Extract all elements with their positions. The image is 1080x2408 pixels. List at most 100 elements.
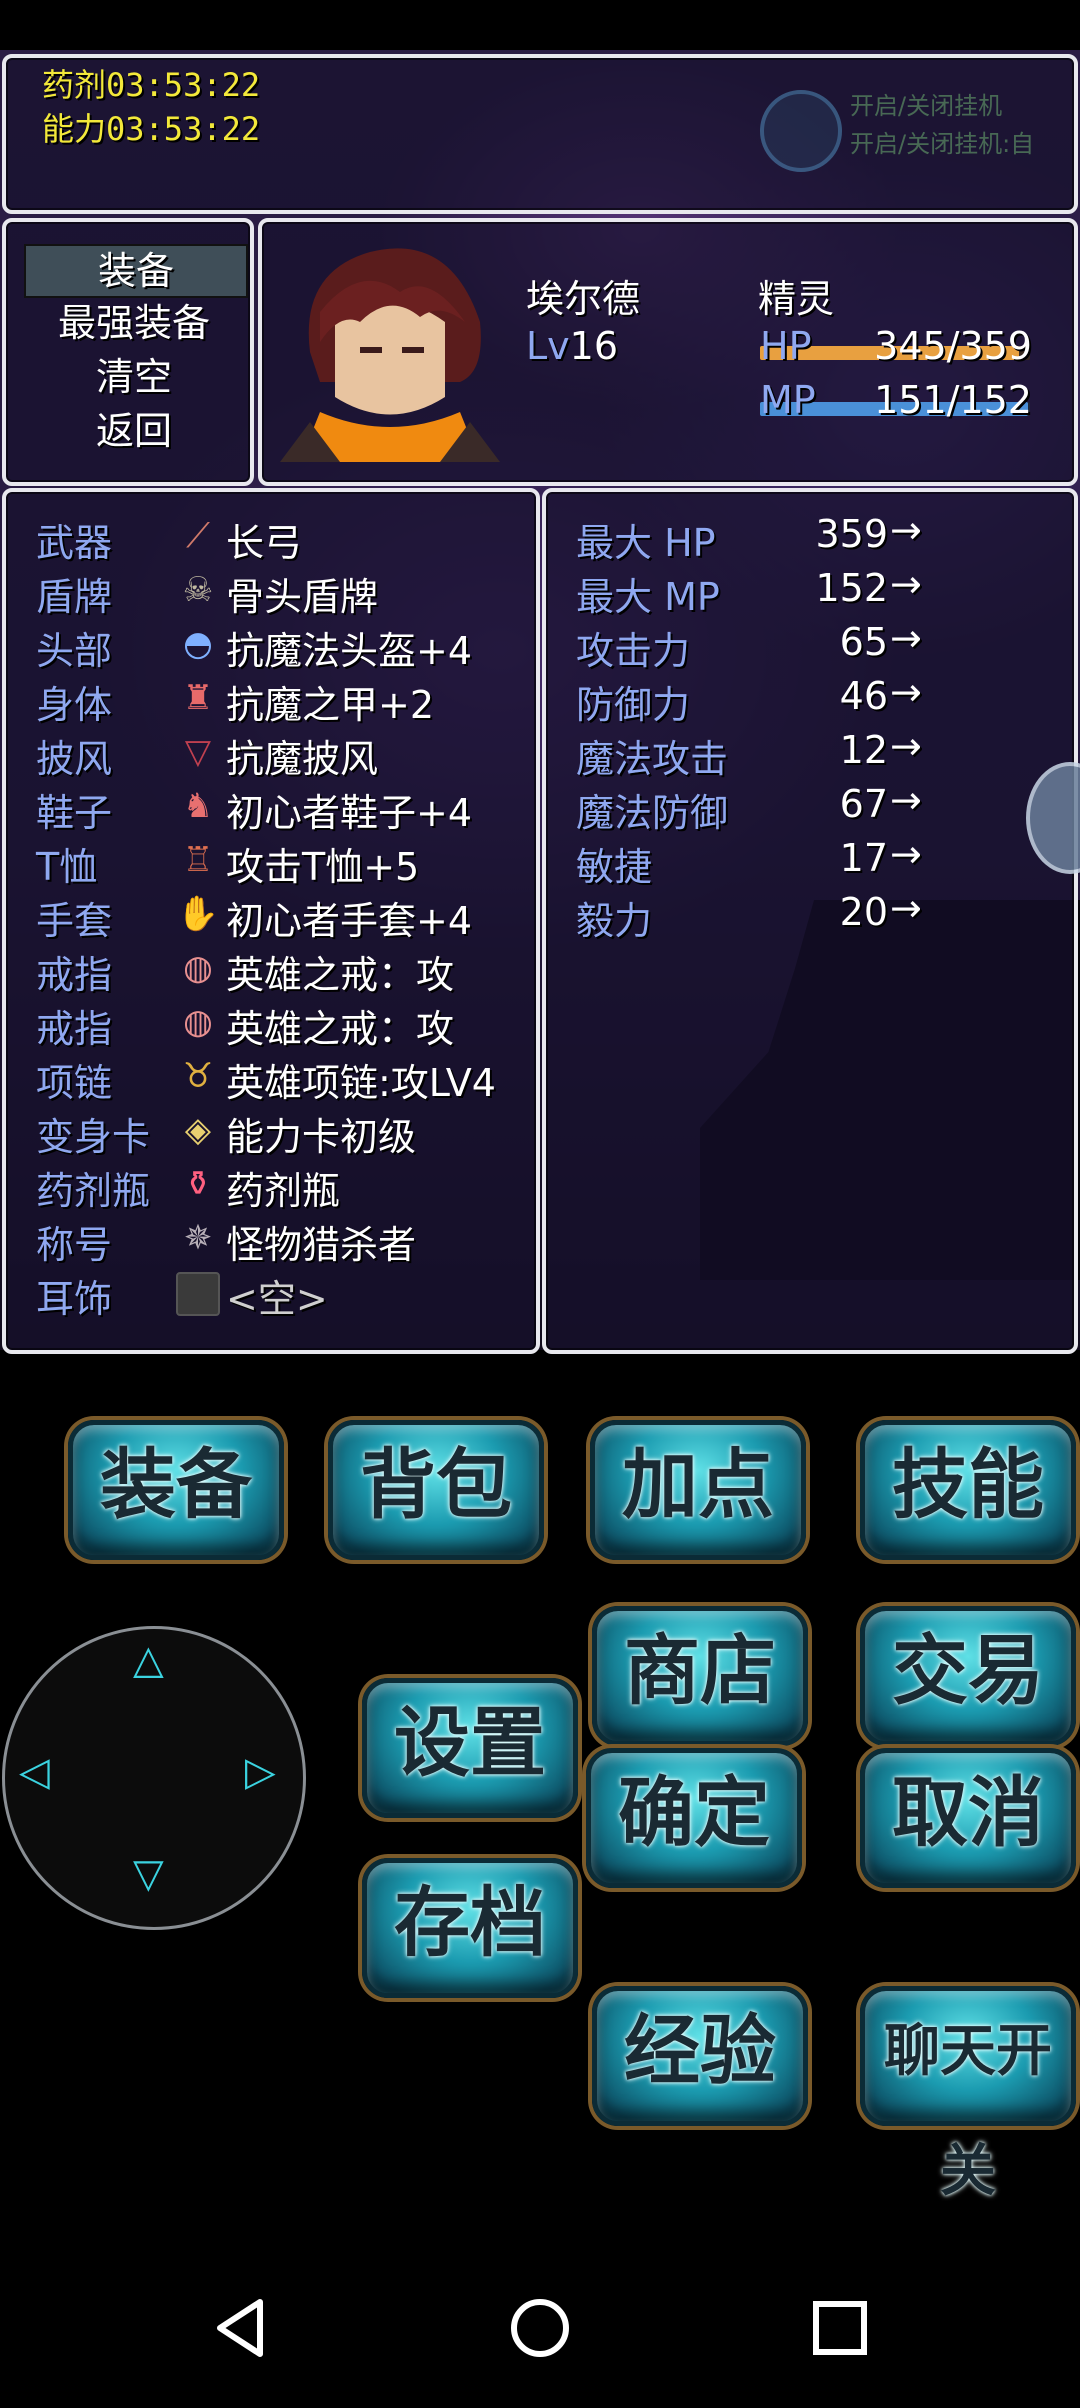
- mp-label: MP: [760, 378, 816, 422]
- character-portrait: [280, 248, 500, 462]
- stat-value: 152: [815, 566, 888, 610]
- mp-value: 151/152: [874, 378, 1032, 422]
- arrow-right-icon: →: [890, 832, 922, 876]
- stat-name: 最大 MP: [576, 575, 720, 619]
- arrow-right-icon: →: [890, 886, 922, 930]
- arrow-right-icon: →: [890, 508, 922, 552]
- bow-icon: ⟋: [186, 516, 210, 556]
- trade-button[interactable]: 交易: [860, 1606, 1076, 1746]
- dpad-right-icon[interactable]: ▷: [245, 1749, 276, 1795]
- level-value: 16: [569, 324, 619, 368]
- ring-icon: ◍: [183, 948, 213, 988]
- necklace-icon: ♉: [182, 1056, 214, 1096]
- recents-icon[interactable]: [810, 2296, 870, 2360]
- stat-name: 敏捷: [576, 845, 653, 889]
- ability-timer: 能力03:53:22: [42, 110, 261, 148]
- cancel-button[interactable]: 取消: [860, 1748, 1076, 1888]
- helmet-icon: ◓: [183, 624, 213, 664]
- slot-item: 药剂瓶: [226, 1169, 341, 1213]
- slot-name: 称号: [36, 1223, 113, 1267]
- slot-name: 项链: [36, 1061, 113, 1105]
- character-class: 精灵: [758, 277, 835, 321]
- slot-item: 英雄之戒：攻: [226, 1007, 455, 1051]
- stat-name: 魔法攻击: [576, 737, 729, 781]
- stat-value: 46: [839, 674, 888, 718]
- auto-battle-label-1: 开启/关闭挂机: [850, 92, 1003, 120]
- exp-button[interactable]: 经验: [592, 1986, 808, 2126]
- back-icon[interactable]: [212, 2296, 268, 2360]
- slot-item: 怪物猎杀者: [226, 1223, 417, 1267]
- slot-name: 披风: [36, 737, 113, 781]
- stat-name: 最大 HP: [576, 521, 716, 565]
- slot-item: 英雄之戒：攻: [226, 953, 455, 997]
- equip-button[interactable]: 装备: [68, 1420, 284, 1560]
- stat-name: 防御力: [576, 683, 691, 727]
- confirm-button[interactable]: 确定: [586, 1748, 802, 1888]
- arrow-right-icon: →: [890, 562, 922, 606]
- command-menu-window: 装备 最强装备 清空 返回: [2, 218, 254, 486]
- menu-item-back[interactable]: 返回: [24, 406, 244, 456]
- gloves-icon: ✋: [176, 894, 220, 934]
- virtual-dpad[interactable]: △ ▽ ◁ ▷: [2, 1626, 306, 1930]
- arrow-right-icon: →: [890, 778, 922, 822]
- character-level: Lv16: [526, 324, 618, 368]
- arrow-right-icon: →: [890, 724, 922, 768]
- boots-icon: ♞: [182, 786, 214, 826]
- home-icon[interactable]: [508, 2296, 572, 2360]
- dpad-down-icon[interactable]: ▽: [133, 1851, 164, 1897]
- card-icon: ◈: [184, 1110, 212, 1150]
- slot-name: 变身卡: [36, 1115, 151, 1159]
- tshirt-icon: ♖: [182, 840, 214, 880]
- save-button[interactable]: 存档: [362, 1858, 578, 1998]
- stat-value: 67: [839, 782, 888, 826]
- slot-item: 攻击T恤+5: [226, 845, 420, 889]
- dpad-up-icon[interactable]: △: [133, 1637, 164, 1683]
- stat-value: 20: [839, 890, 888, 934]
- stat-name: 毅力: [576, 899, 653, 943]
- settings-button[interactable]: 设置: [362, 1678, 578, 1818]
- slot-name: 药剂瓶: [36, 1169, 151, 1213]
- slot-item: 初心者鞋子+4: [226, 791, 473, 835]
- menu-item-clear[interactable]: 清空: [24, 352, 244, 402]
- character-name: 埃尔德: [526, 277, 641, 321]
- shop-button[interactable]: 商店: [592, 1606, 808, 1746]
- stat-value: 17: [839, 836, 888, 880]
- armor-icon: ♜: [182, 678, 214, 718]
- monster-title-icon: ✵: [183, 1218, 213, 1258]
- stat-value: 65: [839, 620, 888, 664]
- stat-value: 12: [839, 728, 888, 772]
- auto-battle-icon: [760, 90, 842, 172]
- slot-name: 耳饰: [36, 1277, 113, 1321]
- potion-timer: 药剂03:53:22: [42, 66, 261, 104]
- level-label: Lv: [526, 324, 570, 368]
- slot-item: 英雄项链:攻LV4: [226, 1061, 496, 1105]
- slot-item: 初心者手套+4: [226, 899, 473, 943]
- slot-name: 戒指: [36, 953, 113, 997]
- stat-name: 攻击力: [576, 629, 691, 673]
- bag-button[interactable]: 背包: [328, 1420, 544, 1560]
- menu-item-best-equip[interactable]: 最强装备: [24, 298, 244, 348]
- empty-slot-icon: [176, 1272, 220, 1316]
- slot-item: 抗魔法头盔+4: [226, 629, 473, 673]
- chat-toggle-button[interactable]: 聊天开关: [860, 1986, 1076, 2204]
- auto-battle-label-2: 开启/关闭挂机:自: [850, 130, 1035, 158]
- slot-item: <空>: [226, 1277, 328, 1321]
- auto-battle-toggle[interactable]: 开启/关闭挂机 开启/关闭挂机:自: [760, 80, 1060, 172]
- slot-name: 头部: [36, 629, 113, 673]
- dpad-left-icon[interactable]: ◁: [19, 1749, 50, 1795]
- slot-name: 盾牌: [36, 575, 113, 619]
- slot-item: 抗魔披风: [226, 737, 379, 781]
- arrow-right-icon: →: [890, 616, 922, 660]
- slot-item: 能力卡初级: [226, 1115, 417, 1159]
- potion-icon: ⚱: [183, 1164, 213, 1204]
- skills-button[interactable]: 技能: [860, 1420, 1076, 1560]
- slot-name: 戒指: [36, 1007, 113, 1051]
- stat-name: 魔法防御: [576, 791, 729, 835]
- slot-name: 手套: [36, 899, 113, 943]
- add-points-button[interactable]: 加点: [590, 1420, 806, 1560]
- slot-item: 长弓: [226, 521, 303, 565]
- menu-item-equip[interactable]: 装备: [24, 244, 248, 298]
- stat-value: 359: [815, 512, 888, 556]
- slot-name: 鞋子: [36, 791, 113, 835]
- cape-icon: ▽: [184, 732, 212, 772]
